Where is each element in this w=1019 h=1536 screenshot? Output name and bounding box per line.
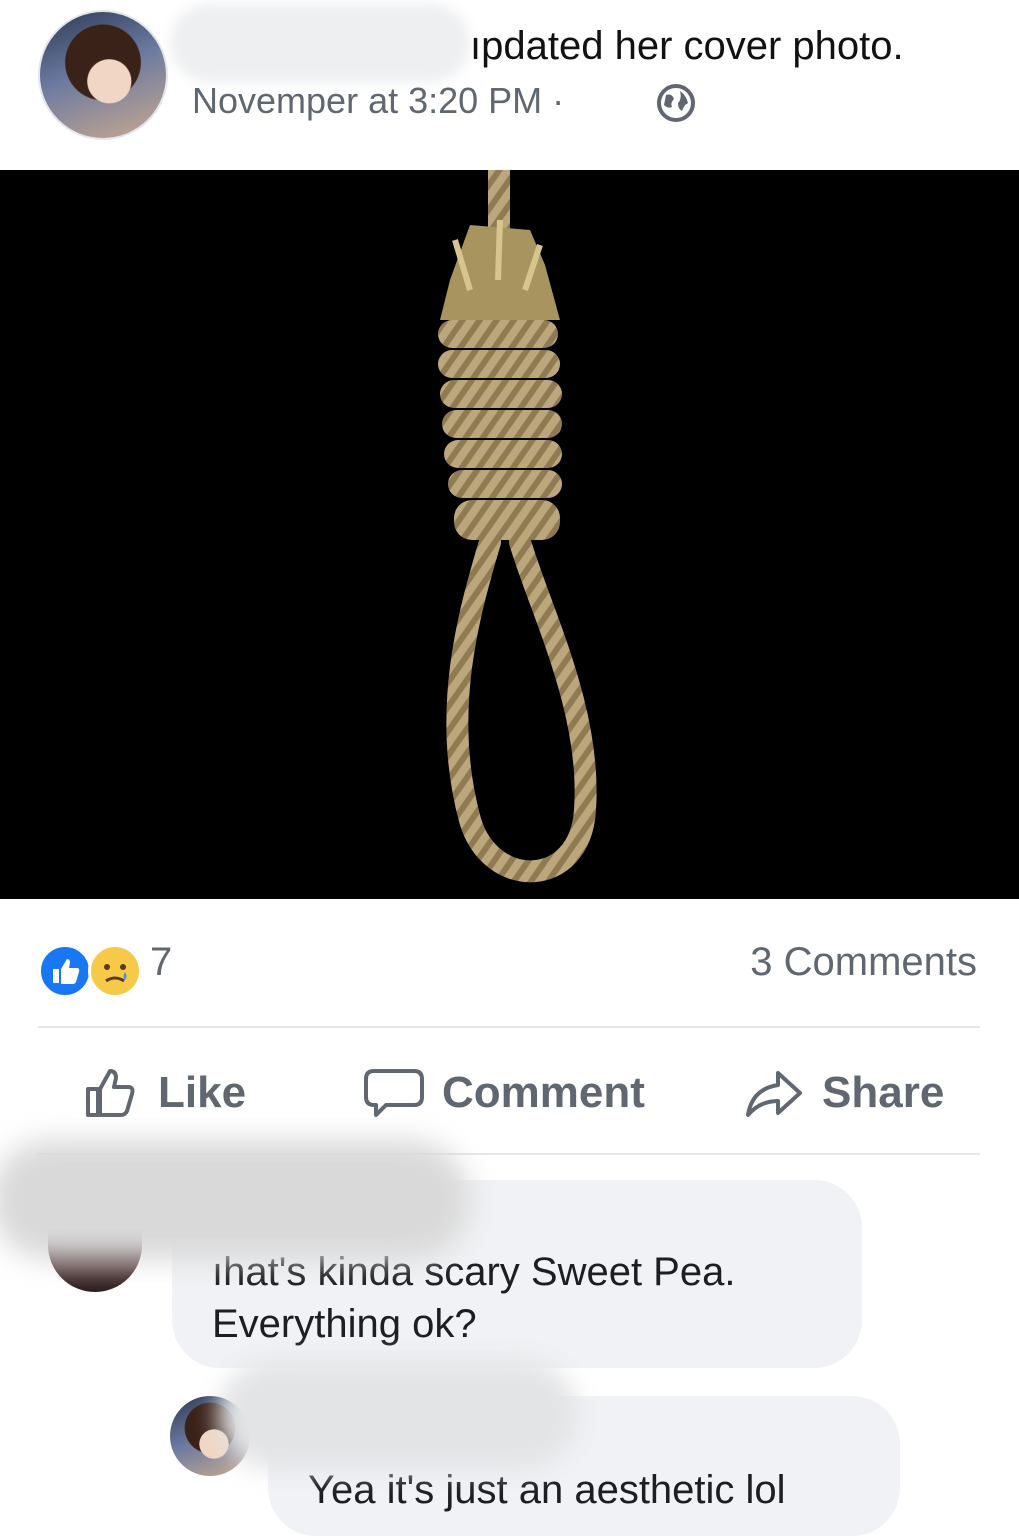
reaction-count[interactable]: 7	[150, 940, 172, 985]
comment-text: ıhat's kinda scary Sweet Pea. Everything…	[212, 1250, 736, 1346]
like-reaction-icon[interactable]	[38, 944, 92, 998]
post-timestamp[interactable]: Novemper at 3:20 PM ·	[192, 80, 564, 122]
comments-count-link[interactable]: 3 Comments	[750, 940, 977, 985]
redacted-commenter-name	[0, 1140, 470, 1260]
sad-reaction-icon[interactable]	[88, 944, 142, 998]
redacted-poster-name	[170, 4, 470, 82]
thumbs-up-icon	[86, 1069, 135, 1117]
cover-photo[interactable]	[0, 170, 1019, 899]
poster-avatar[interactable]	[40, 12, 166, 138]
like-label: Like	[158, 1068, 247, 1117]
divider	[38, 1026, 980, 1028]
globe-icon	[657, 84, 695, 122]
comment-button[interactable]: Comment	[364, 1062, 645, 1124]
share-button[interactable]: Share	[744, 1062, 944, 1124]
share-arrow-icon	[746, 1071, 802, 1117]
reply-text: Yea it's just an aesthetic lol	[308, 1468, 786, 1512]
comment-label: Comment	[442, 1068, 645, 1117]
share-label: Share	[822, 1068, 945, 1117]
comment-bubble-icon	[364, 1069, 424, 1117]
post-action-text: ıpdated her cover photo.	[470, 24, 904, 68]
like-button[interactable]: Like	[84, 1062, 246, 1124]
rope-illustration	[438, 170, 597, 883]
redacted-replier-name	[218, 1360, 578, 1470]
